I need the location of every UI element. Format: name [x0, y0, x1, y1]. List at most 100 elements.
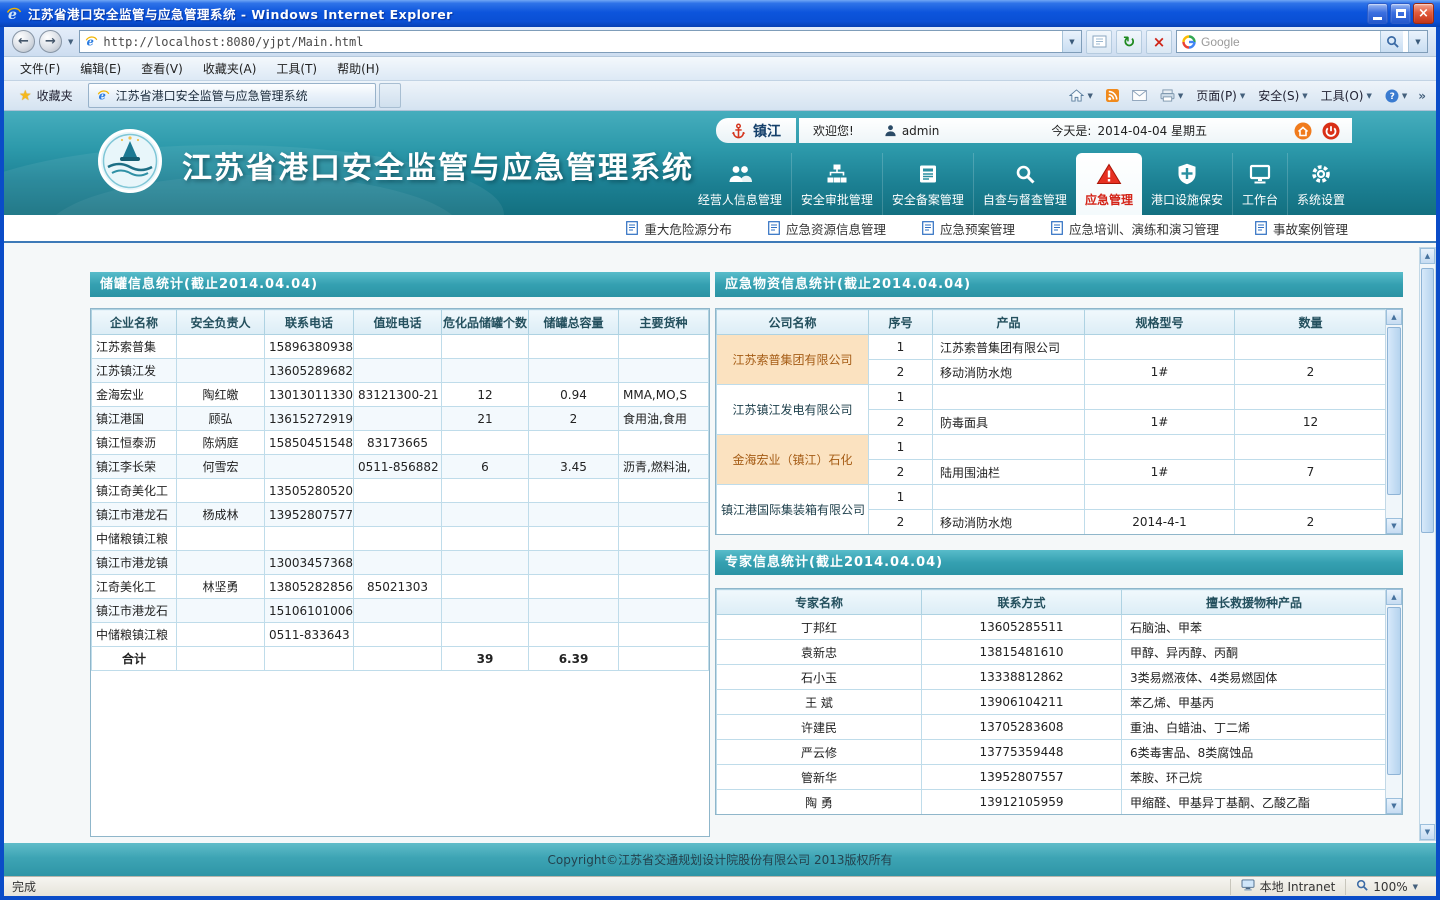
menu-item[interactable]: 收藏夹(A): [193, 57, 267, 80]
scroll-up-button[interactable]: ▲: [1386, 309, 1402, 325]
close-button[interactable]: ×: [1413, 3, 1434, 24]
table-cell: [529, 503, 619, 527]
scroll-down-button[interactable]: ▼: [1386, 518, 1402, 534]
page-scrollbar[interactable]: ▲ ▼: [1419, 247, 1436, 841]
supplies-scrollbar[interactable]: ▲ ▼: [1385, 309, 1402, 534]
forward-button[interactable]: →: [39, 30, 62, 53]
page-menu-label: 页面(P): [1196, 87, 1237, 104]
toolbar-overflow-chevron[interactable]: »: [1414, 89, 1430, 103]
compatibility-view-button[interactable]: [1086, 30, 1112, 54]
scroll-down-button[interactable]: ▼: [1420, 824, 1435, 840]
window-title: 江苏省港口安全监管与应急管理系统 - Windows Internet Expl…: [28, 4, 1361, 23]
table-cell: 13912105959: [922, 790, 1122, 815]
table-row: 严云修137753594486类毒害品、8类腐蚀品: [717, 740, 1387, 765]
new-tab-button[interactable]: [379, 83, 401, 108]
scroll-down-button[interactable]: ▼: [1386, 798, 1402, 814]
menu-item[interactable]: 帮助(H): [327, 57, 389, 80]
table-cell: [1085, 485, 1235, 510]
scroll-thumb[interactable]: [1387, 607, 1401, 775]
table-cell: [442, 575, 529, 599]
sub-nav-item[interactable]: 应急培训、演练和演习管理: [1051, 219, 1219, 238]
table-cell: 3.45: [529, 455, 619, 479]
window-titlebar: e 江苏省港口安全监管与应急管理系统 - Windows Internet Ex…: [0, 0, 1440, 27]
table-cell: 13805282856: [265, 575, 354, 599]
main-nav-item[interactable]: 港口设施保安: [1142, 153, 1232, 215]
search-box[interactable]: ▼: [1176, 30, 1428, 53]
table-cell: [619, 359, 709, 383]
scroll-up-button[interactable]: ▲: [1420, 248, 1435, 264]
main-nav-item-label: 自查与督查管理: [983, 191, 1067, 208]
minimize-button[interactable]: [1367, 3, 1388, 24]
table-cell: [933, 385, 1085, 410]
sub-nav-item-label: 应急预案管理: [940, 219, 1015, 238]
zoom-control[interactable]: 100% ▼: [1345, 879, 1428, 895]
sub-nav: 重大危险源分布 应急资源信息管理 应急预案管理 应急培训、演练和演习管理 事故案例管理: [4, 215, 1436, 243]
date-label: 今天是:: [1051, 122, 1091, 139]
table-cell: 何雪宏: [177, 455, 265, 479]
scroll-thumb[interactable]: [1387, 327, 1401, 495]
status-text: 完成: [12, 878, 1230, 895]
refresh-button[interactable]: ↻: [1116, 30, 1142, 54]
sub-nav-item[interactable]: 应急预案管理: [922, 219, 1015, 238]
print-button[interactable]: ▼: [1154, 86, 1189, 105]
zoom-level: 100%: [1373, 880, 1407, 894]
menu-item[interactable]: 查看(V): [131, 57, 193, 80]
scroll-thumb[interactable]: [1421, 268, 1434, 533]
safety-menu-button[interactable]: 安全(S)▼: [1252, 84, 1313, 107]
browser-tab[interactable]: e 江苏省港口安全监管与应急管理系统: [88, 83, 376, 108]
address-dropdown[interactable]: ▼: [1062, 31, 1081, 52]
main-nav-item[interactable]: 安全备案管理: [882, 153, 973, 215]
main-nav-item[interactable]: 应急管理: [1076, 153, 1142, 215]
tools-menu-button[interactable]: 工具(O)▼: [1315, 84, 1378, 107]
column-header: 联系方式: [922, 590, 1122, 615]
system-logo: [98, 129, 162, 193]
main-nav-item[interactable]: 安全审批管理: [791, 153, 882, 215]
table-cell: [529, 479, 619, 503]
table-cell: [529, 431, 619, 455]
experts-scrollbar[interactable]: ▲ ▼: [1385, 589, 1402, 814]
stop-button[interactable]: ×: [1146, 30, 1172, 54]
history-dropdown[interactable]: ▼: [66, 38, 75, 46]
help-button[interactable]: ? ▼: [1379, 86, 1413, 106]
search-dropdown[interactable]: ▼: [1408, 31, 1427, 52]
table-cell: [1235, 385, 1387, 410]
address-input[interactable]: [103, 35, 1057, 49]
table-cell: [1085, 385, 1235, 410]
search-input[interactable]: [1201, 35, 1375, 49]
favorites-button[interactable]: ★ 收藏夹: [10, 84, 82, 107]
home-button[interactable]: ▼: [1063, 86, 1098, 105]
feeds-button[interactable]: [1100, 86, 1125, 105]
page-menu-button[interactable]: 页面(P)▼: [1190, 84, 1251, 107]
sub-nav-item[interactable]: 应急资源信息管理: [768, 219, 886, 238]
main-nav-item[interactable]: 自查与督查管理: [973, 153, 1076, 215]
table-cell: 沥青,燃料油,: [619, 455, 709, 479]
menu-item[interactable]: 文件(F): [10, 57, 70, 80]
table-cell: [529, 335, 619, 359]
main-nav-item[interactable]: 工作台: [1232, 153, 1287, 215]
experts-table: 专家名称联系方式擅长救援物种产品丁邦红13605285511石脑油、甲苯袁新忠1…: [716, 589, 1387, 815]
address-field[interactable]: e ▼: [79, 30, 1082, 53]
supplies-panel-title: 应急物资信息统计(截止2014.04.04): [715, 272, 1403, 297]
main-nav-item[interactable]: 系统设置: [1287, 153, 1354, 215]
table-cell: [265, 527, 354, 551]
menu-item[interactable]: 编辑(E): [70, 57, 131, 80]
browser-window: e 江苏省港口安全监管与应急管理系统 - Windows Internet Ex…: [0, 0, 1440, 900]
home-shortcut-icon[interactable]: [1294, 122, 1312, 140]
menu-item[interactable]: 工具(T): [266, 57, 327, 80]
logout-power-icon[interactable]: [1322, 122, 1340, 140]
sub-nav-item[interactable]: 事故案例管理: [1255, 219, 1348, 238]
main-nav-item[interactable]: 经营人信息管理: [689, 153, 791, 215]
table-cell: [1235, 485, 1387, 510]
search-icon[interactable]: [1380, 31, 1403, 52]
main-nav-item-label: 安全审批管理: [801, 191, 873, 208]
sub-nav-item[interactable]: 重大危险源分布: [626, 219, 732, 238]
maximize-button[interactable]: [1390, 3, 1411, 24]
table-row: 江奇美化工林坚勇1380528285685021303: [92, 575, 709, 599]
column-header: 序号: [869, 310, 933, 335]
table-cell: [442, 335, 529, 359]
window-controls: ×: [1367, 3, 1434, 24]
scroll-up-button[interactable]: ▲: [1386, 589, 1402, 605]
read-mail-button[interactable]: [1126, 87, 1153, 104]
back-button[interactable]: ←: [12, 30, 35, 53]
table-cell: 中储粮镇江粮: [92, 527, 177, 551]
